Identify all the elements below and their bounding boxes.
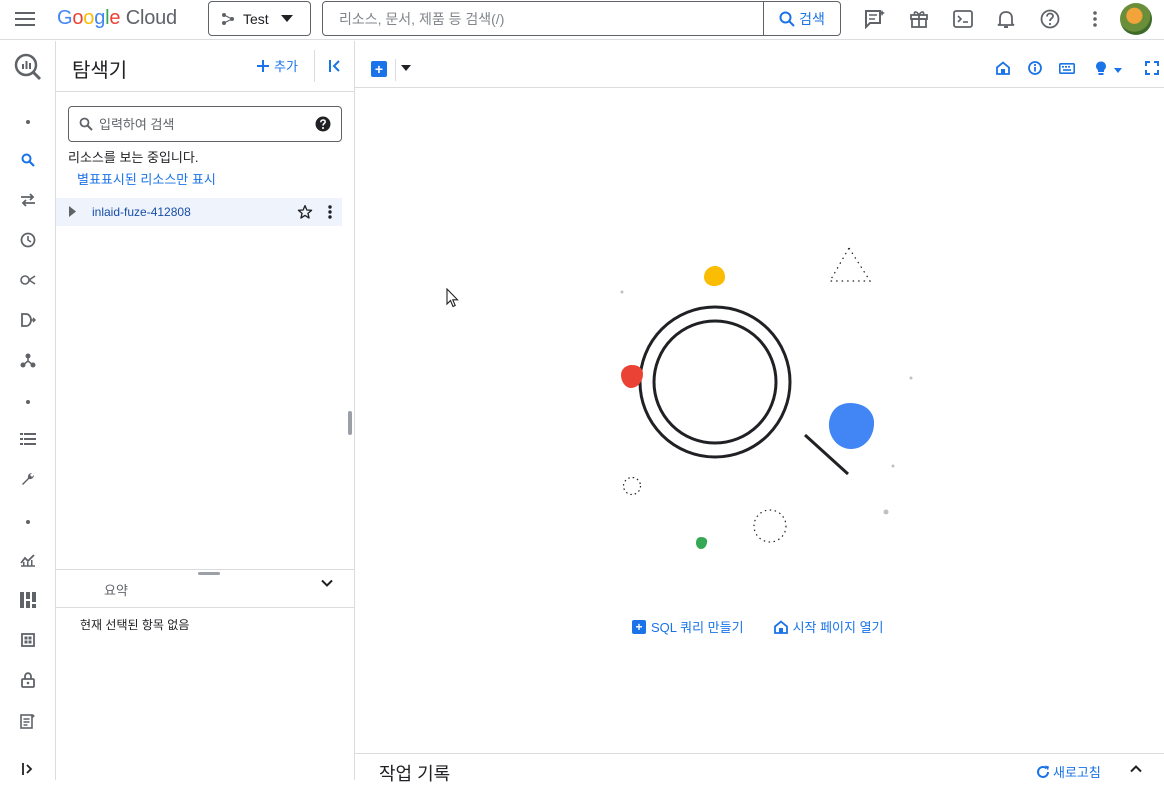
keyboard-icon[interactable] bbox=[1059, 63, 1075, 74]
panel-resize-handle[interactable] bbox=[348, 411, 352, 435]
decor-dot bbox=[909, 376, 913, 380]
chevron-down-icon[interactable] bbox=[320, 576, 334, 590]
summary-divider bbox=[56, 607, 354, 608]
project-tree-row[interactable]: inlaid-fuze-412808 bbox=[56, 198, 342, 226]
open-welcome-page-button[interactable]: 시작 페이지 열기 bbox=[773, 617, 884, 636]
info-icon[interactable] bbox=[1028, 61, 1042, 75]
home-icon[interactable] bbox=[996, 61, 1010, 75]
dotted-triangle bbox=[828, 246, 872, 282]
caret-down-icon[interactable] bbox=[1114, 68, 1122, 73]
explore-illustration bbox=[620, 246, 913, 549]
project-name: inlaid-fuze-412808 bbox=[92, 205, 191, 219]
summary-section: 요약 현재 선택된 항목 없음 bbox=[56, 569, 354, 780]
explorer-search-input[interactable] bbox=[99, 107, 309, 141]
explorer-search bbox=[68, 106, 342, 142]
product-left-nav bbox=[0, 41, 56, 780]
dotted-circle-small bbox=[622, 476, 642, 496]
magnifier-inner-ring bbox=[652, 319, 778, 445]
create-sql-query-button[interactable]: + SQL 쿼리 만들기 bbox=[632, 617, 744, 636]
pipeline-icon[interactable] bbox=[0, 342, 56, 378]
green-blob bbox=[696, 537, 708, 549]
dataform-icon[interactable] bbox=[0, 302, 56, 338]
cloud-shell-icon[interactable] bbox=[950, 6, 976, 32]
bigquery-logo-icon[interactable] bbox=[0, 49, 56, 85]
project-picker-icon bbox=[222, 12, 234, 25]
plus-box-icon: + bbox=[632, 619, 646, 634]
explorer-header-divider bbox=[56, 91, 354, 92]
collapse-explorer-button[interactable] bbox=[314, 50, 354, 82]
analytics-hub-icon[interactable] bbox=[0, 262, 56, 298]
nav-dot-2 bbox=[0, 384, 56, 420]
home-icon bbox=[773, 619, 788, 634]
plus-icon bbox=[257, 59, 269, 72]
top-bar: Google Cloud Test 검색 bbox=[0, 0, 1164, 40]
collapse-left-icon bbox=[328, 60, 340, 72]
refresh-icon bbox=[1037, 765, 1049, 778]
star-outline-icon[interactable] bbox=[297, 204, 313, 220]
assistant-chat-icon[interactable] bbox=[862, 6, 888, 32]
menu-icon[interactable] bbox=[12, 8, 38, 30]
gift-icon[interactable] bbox=[906, 6, 932, 32]
list-icon[interactable] bbox=[0, 421, 56, 457]
notifications-icon[interactable] bbox=[993, 6, 1019, 32]
monitoring-chart-icon[interactable] bbox=[0, 542, 56, 578]
search-button[interactable]: 검색 bbox=[763, 2, 840, 35]
wrench-icon[interactable] bbox=[0, 461, 56, 497]
release-notes-icon[interactable] bbox=[0, 703, 56, 739]
fullscreen-icon[interactable] bbox=[1145, 61, 1159, 75]
job-history-panel: 작업 기록 새로고침 bbox=[355, 753, 1164, 784]
account-avatar[interactable] bbox=[1120, 3, 1152, 35]
help-filled-icon[interactable] bbox=[315, 116, 331, 132]
lightbulb-icon[interactable] bbox=[1095, 61, 1107, 76]
add-button[interactable]: 추가 bbox=[256, 56, 298, 75]
global-search-input[interactable] bbox=[323, 2, 763, 35]
summary-title: 요약 bbox=[104, 583, 128, 598]
global-search: 검색 bbox=[322, 1, 841, 36]
nav-dot-1 bbox=[0, 104, 56, 140]
explorer-panel: 탐색기 추가 리소스를 보는 중입니다. 별표표시된 리소스만 표시 inlai… bbox=[56, 41, 355, 780]
show-starred-only-link[interactable]: 별표표시된 리소스만 표시 bbox=[77, 169, 216, 188]
mouse-cursor-icon bbox=[446, 288, 459, 308]
explorer-title: 탐색기 bbox=[72, 60, 128, 82]
magnifier-outer-ring bbox=[638, 305, 792, 459]
dashboard-icon[interactable] bbox=[0, 582, 56, 618]
blue-blob bbox=[828, 403, 875, 449]
empty-state-actions: + SQL 쿼리 만들기 시작 페이지 열기 bbox=[632, 617, 884, 636]
nav-dot-3 bbox=[0, 504, 56, 540]
caret-down-icon[interactable] bbox=[401, 65, 411, 71]
help-icon[interactable] bbox=[1037, 6, 1063, 32]
decor-dot bbox=[891, 464, 895, 468]
search-icon bbox=[779, 11, 795, 27]
search-icon bbox=[79, 117, 93, 131]
more-vert-icon[interactable] bbox=[1082, 6, 1108, 32]
summary-drag-handle[interactable] bbox=[198, 572, 220, 575]
decor-dot bbox=[883, 509, 889, 515]
transfer-icon[interactable] bbox=[0, 182, 56, 218]
chevron-up-icon[interactable] bbox=[1129, 762, 1143, 776]
workspace-toolbar: + bbox=[355, 41, 1164, 88]
yellow-blob bbox=[704, 266, 725, 286]
summary-empty-text: 현재 선택된 항목 없음 bbox=[80, 618, 190, 632]
main-workspace: + + SQL 쿼리 만들기 시작 페이지 열기 작업 기록 새로고침 bbox=[355, 41, 1164, 784]
lock-icon[interactable] bbox=[0, 662, 56, 698]
viewing-resources-text: 리소스를 보는 중입니다. bbox=[68, 150, 199, 165]
compose-new-query-icon[interactable]: + bbox=[371, 61, 387, 77]
project-label: Test bbox=[243, 10, 269, 27]
table-grid-icon[interactable] bbox=[0, 622, 56, 658]
nav-search-icon[interactable] bbox=[0, 142, 56, 178]
refresh-button[interactable]: 새로고침 bbox=[1035, 762, 1101, 781]
google-cloud-logo[interactable]: Google Cloud bbox=[57, 7, 177, 30]
expand-arrow-icon[interactable] bbox=[69, 206, 76, 217]
history-icon[interactable] bbox=[0, 222, 56, 258]
project-picker-button[interactable]: Test bbox=[208, 1, 311, 36]
job-history-title: 작업 기록 bbox=[379, 764, 451, 784]
more-vert-icon[interactable] bbox=[328, 205, 332, 219]
dotted-circle-large bbox=[753, 509, 787, 543]
toolbar-separator bbox=[395, 59, 396, 81]
decor-dot bbox=[620, 290, 624, 294]
caret-down-icon bbox=[280, 14, 293, 22]
expand-nav-icon[interactable] bbox=[0, 751, 56, 787]
